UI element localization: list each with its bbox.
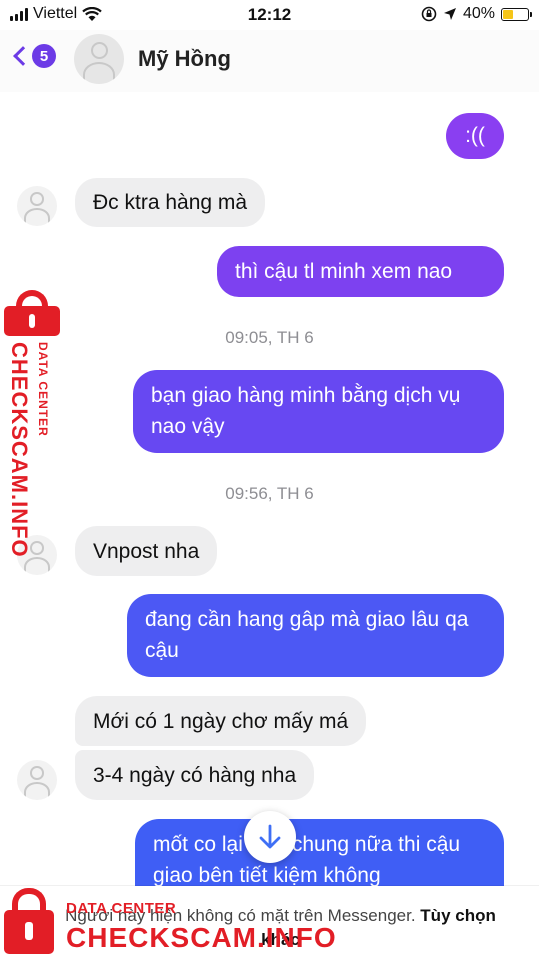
message-bubble-received[interactable]: 3-4 ngày có hàng nha (75, 750, 315, 800)
message-bubble-sent[interactable]: đang cần hang gâp mà giao lâu qa cậu (127, 594, 504, 677)
contact-name[interactable]: Mỹ Hồng (138, 46, 231, 72)
battery-icon (501, 7, 532, 21)
lock-icon (4, 290, 60, 336)
watermark-bottom: DATA CENTER CHECKSCAM.INFO (0, 880, 336, 960)
message-bubble-received[interactable]: Mới có 1 ngày chơ mấy má (75, 696, 367, 746)
unread-badge: 5 (32, 44, 56, 68)
message-bubble-received[interactable]: Vnpost nha (75, 526, 218, 576)
watermark-label: DATA CENTER (66, 900, 177, 917)
arrow-down-icon (259, 824, 281, 849)
sender-avatar (17, 186, 57, 226)
status-bar: Viettel 12:12 40% (0, 0, 539, 30)
message-bubble-sent[interactable]: thì cậu tl minh xem nao (217, 246, 504, 297)
watermark-brand: CHECKSCAM.INFO (66, 922, 337, 953)
contact-avatar[interactable] (74, 34, 124, 84)
scroll-to-bottom-button[interactable] (244, 811, 296, 863)
lock-icon (4, 888, 54, 954)
message-bubble-sent[interactable]: bạn giao hàng minh bằng dịch vụ nao vậy (133, 370, 504, 453)
conversation-header: 5 Mỹ Hồng (0, 30, 539, 92)
timestamp: 09:56, TH 6 (225, 484, 314, 503)
orientation-lock-icon (421, 6, 437, 22)
watermark-side: CHECKSCAM.INFO DATA CENTER (2, 290, 62, 560)
status-right: 40% (421, 5, 532, 23)
battery-percent: 40% (462, 5, 495, 22)
message-bubble-sent[interactable]: :(( (446, 113, 504, 159)
watermark-brand-vertical: CHECKSCAM.INFO (7, 342, 32, 558)
message-bubble-received[interactable]: Đc ktra hàng mà (75, 178, 266, 227)
location-arrow-icon (443, 8, 456, 20)
watermark-label-vertical: DATA CENTER (36, 342, 50, 437)
chevron-left-icon (13, 46, 33, 66)
timestamp: 09:05, TH 6 (225, 328, 314, 347)
back-button[interactable]: 5 (10, 44, 56, 68)
sender-avatar (17, 760, 57, 800)
